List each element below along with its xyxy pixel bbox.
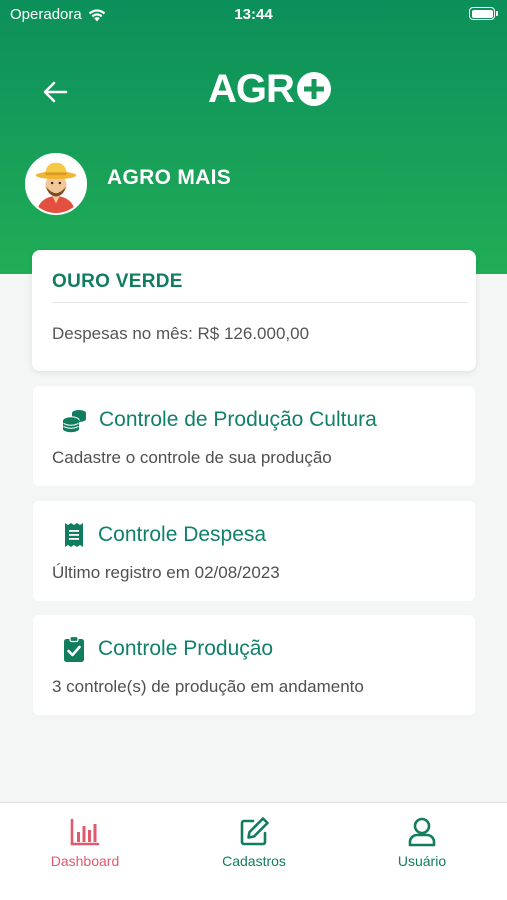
card-description: 3 controle(s) de produção em andamento [52, 677, 364, 696]
card-production-culture[interactable]: Controle de Produção Cultura Cadastre o … [33, 386, 475, 486]
tab-usuario[interactable]: Usuário [352, 815, 492, 869]
farmer-avatar-icon [27, 155, 85, 213]
status-time: 13:44 [234, 6, 273, 23]
coins-icon [62, 410, 86, 433]
card-description: Último registro em 02/08/2023 [52, 563, 280, 582]
tab-label: Cadastros [222, 853, 286, 869]
receipt-icon [65, 523, 83, 547]
card-title: Controle Produção [98, 637, 274, 660]
user-icon [408, 817, 436, 847]
header-banner: Operadora 13:44 AGR AGRO MAIS [0, 0, 507, 274]
card-production-control[interactable]: Controle Produção 3 controle(s) de produ… [33, 615, 475, 715]
card-title: Controle Despesa [98, 523, 267, 546]
org-name: AGRO MAIS [107, 166, 232, 189]
tab-dashboard[interactable]: Dashboard [15, 815, 155, 869]
summary-title: OURO VERDE [52, 271, 183, 292]
logo-plus-icon [296, 72, 331, 106]
logo-text: AGR [208, 66, 295, 111]
monthly-expenses: Despesas no mês: R$ 126.000,00 [52, 324, 310, 343]
back-arrow-icon[interactable] [42, 80, 68, 104]
card-title: Controle de Produção Cultura [99, 408, 377, 431]
tab-cadastros[interactable]: Cadastros [184, 815, 324, 869]
edit-icon [240, 817, 269, 846]
status-bar: Operadora 13:44 [0, 0, 507, 30]
tab-label: Dashboard [50, 853, 120, 869]
avatar [25, 153, 87, 215]
clipboard-check-icon [64, 635, 84, 662]
app-logo: AGR [208, 66, 332, 112]
battery-icon [469, 7, 498, 20]
card-expense-control[interactable]: Controle Despesa Último registro em 02/0… [33, 501, 475, 601]
summary-card: OURO VERDE Despesas no mês: R$ 126.000,0… [32, 250, 476, 371]
divider [52, 302, 468, 303]
tab-label: Usuário [397, 853, 447, 869]
bottom-tab-bar: Dashboard Cadastros Usuário [0, 802, 507, 900]
bar-chart-icon [70, 818, 100, 846]
card-description: Cadastre o controle de sua produção [52, 448, 332, 467]
